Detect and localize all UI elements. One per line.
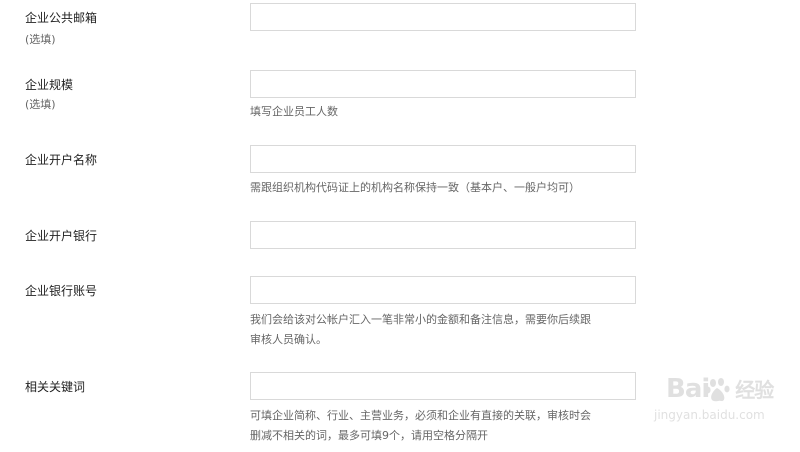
keywords-hint-line1: 可填企业简称、行业、主营业务，必须和企业有直接的关联，审核时会 bbox=[250, 409, 591, 422]
company-size-input[interactable] bbox=[250, 70, 636, 98]
bank-account-label: 企业银行账号 bbox=[25, 284, 98, 298]
email-label: 企业公共邮箱 bbox=[25, 11, 98, 25]
email-input[interactable] bbox=[250, 3, 636, 31]
account-name-input[interactable] bbox=[250, 145, 636, 173]
company-size-optional-note: (选填) bbox=[25, 98, 56, 111]
company-size-hint: 填写企业员工人数 bbox=[250, 105, 338, 118]
baidu-jingyan-watermark: Bai 经验 jingyan.baidu.com bbox=[646, 372, 786, 434]
account-name-hint: 需跟组织机构代码证上的机构名称保持一致（基本户、一般户均可） bbox=[250, 181, 580, 194]
account-name-label: 企业开户名称 bbox=[25, 153, 98, 167]
paw-icon bbox=[705, 378, 730, 402]
watermark-url: jingyan.baidu.com bbox=[654, 408, 765, 422]
bank-label: 企业开户银行 bbox=[25, 229, 98, 243]
bank-account-hint-line2: 审核人员确认。 bbox=[250, 333, 327, 346]
bank-input[interactable] bbox=[250, 221, 636, 249]
bank-account-hint-line1: 我们会给该对公帐户汇入一笔非常小的金额和备注信息，需要你后续跟 bbox=[250, 313, 591, 326]
keywords-input[interactable] bbox=[250, 372, 636, 400]
email-optional-note: (选填) bbox=[25, 33, 56, 46]
keywords-hint-line2: 删减不相关的词，最多可填9个，请用空格分隔开 bbox=[250, 429, 488, 442]
keywords-label: 相关关键词 bbox=[25, 380, 86, 394]
bank-account-input[interactable] bbox=[250, 276, 636, 304]
company-size-label: 企业规模 bbox=[25, 78, 74, 92]
